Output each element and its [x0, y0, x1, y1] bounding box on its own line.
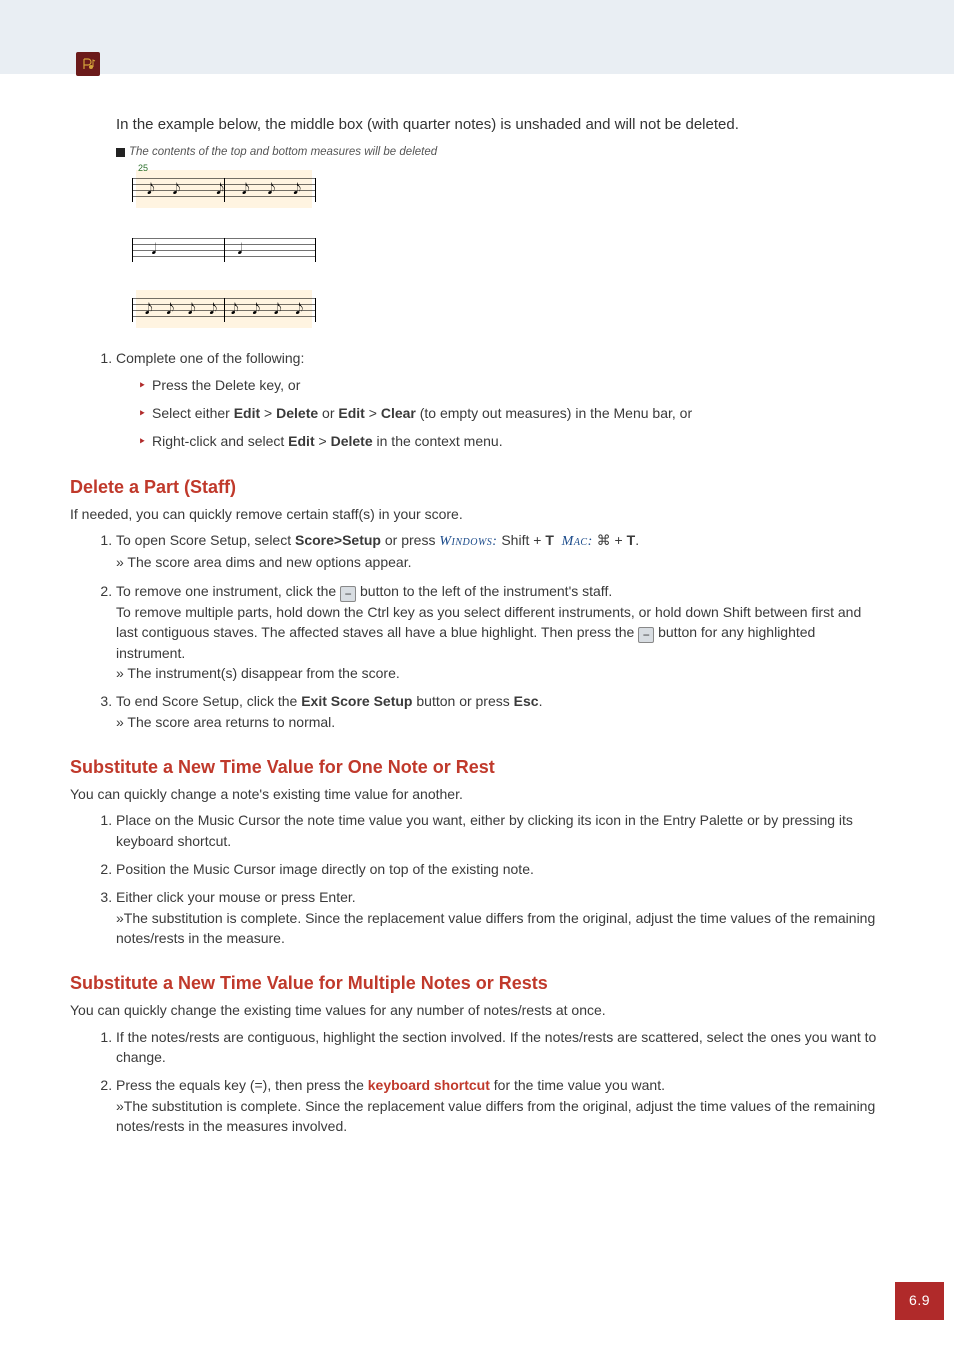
dp-step-3: To end Score Setup, click the Exit Score… [116, 691, 884, 732]
t: To end Score Setup, click the [116, 693, 301, 709]
t: Esc [514, 693, 539, 709]
heading-sub-one: Substitute a New Time Value for One Note… [70, 754, 884, 780]
t: button or press [412, 693, 513, 709]
t: Press the equals key (=), then press the [116, 1077, 368, 1093]
caption-bullet-icon [116, 148, 125, 157]
t: . [635, 532, 639, 548]
t: or press [381, 532, 439, 548]
measure-middle: 𝅘𝅥𝅘𝅥 [124, 226, 324, 272]
t: Either click your mouse or press Enter. [116, 889, 356, 905]
t: ⌘ + [593, 532, 627, 548]
step-text: Complete one of the following: [116, 350, 304, 366]
example-steps: Complete one of the following: Press the… [92, 348, 884, 451]
result: »The substitution is complete. Since the… [116, 1098, 875, 1134]
t: (to empty out measures) in the Menu bar,… [416, 405, 692, 421]
result: »The substitution is complete. Since the… [116, 910, 875, 946]
result: » The instrument(s) disappear from the s… [116, 665, 400, 681]
heading-sub-multi: Substitute a New Time Value for Multiple… [70, 970, 884, 996]
result: » The score area dims and new options ap… [116, 554, 411, 570]
dp-step-2: To remove one instrument, click the − bu… [116, 581, 884, 684]
figure-caption: The contents of the top and bottom measu… [116, 144, 884, 161]
t: > [260, 405, 276, 421]
t: Edit [288, 433, 314, 449]
heading-delete-part: Delete a Part (Staff) [70, 474, 884, 500]
remove-staff-icon: − [638, 627, 654, 643]
remove-staff-icon: − [340, 586, 356, 602]
sub-multi-steps: If the notes/rests are contiguous, highl… [92, 1027, 884, 1136]
measure-bottom: 𝅘𝅥𝅮𝅘𝅥𝅮𝅘𝅥𝅮𝅘𝅥𝅮𝅘𝅥𝅮𝅘𝅥𝅮𝅘𝅥𝅮𝅘𝅥𝅮 [124, 286, 324, 332]
page-number: 6.9 [895, 1282, 944, 1320]
t: Exit Score Setup [301, 693, 412, 709]
delete-part-steps: To open Score Setup, select Score>Setup … [92, 530, 884, 732]
t: To remove one instrument, click the [116, 583, 340, 599]
t: T [627, 532, 636, 548]
page-body: In the example below, the middle box (wi… [0, 74, 954, 1350]
intro-lead: In the example below, the middle box (wi… [116, 114, 884, 136]
t: Score>Setup [295, 532, 381, 548]
result: » The score area returns to normal. [116, 714, 335, 730]
sub-one-intro: You can quickly change a note's existing… [70, 784, 884, 804]
os-windows: Windows: [439, 534, 497, 549]
t: T [545, 532, 554, 548]
t: or [318, 405, 338, 421]
example-sublist: Press the Delete key, or Select either E… [116, 375, 884, 452]
t: To open Score Setup, select [116, 532, 295, 548]
t: Select either [152, 405, 234, 421]
t: for the time value you want. [490, 1077, 665, 1093]
example-step-1: Complete one of the following: Press the… [116, 348, 884, 451]
header-band [0, 0, 954, 74]
t: Clear [381, 405, 416, 421]
sm-step-1: If the notes/rests are contiguous, highl… [116, 1027, 884, 1068]
t: > [365, 405, 381, 421]
t: button to the left of the instrument's s… [356, 583, 612, 599]
sm-step-2: Press the equals key (=), then press the… [116, 1075, 884, 1136]
sub-b: Select either Edit > Delete or Edit > Cl… [138, 403, 884, 423]
delete-part-intro: If needed, you can quickly remove certai… [70, 504, 884, 524]
t: in the context menu. [373, 433, 503, 449]
score-figure: 25 𝅘𝅥𝅮𝅘𝅥𝅮𝅘𝅥𝅮𝅘𝅥𝅮𝅘𝅥𝅮𝅘𝅥𝅮 𝅘𝅥𝅘𝅥 𝅘𝅥𝅮𝅘𝅥𝅮𝅘𝅥𝅮𝅘𝅥𝅮𝅘… [124, 166, 324, 332]
app-logo-icon [76, 52, 100, 76]
so-step-3: Either click your mouse or press Enter. … [116, 887, 884, 948]
os-mac: Mac: [562, 534, 593, 549]
sub-multi-intro: You can quickly change the existing time… [70, 1000, 884, 1020]
sub-a: Press the Delete key, or [138, 375, 884, 395]
measure-top: 25 𝅘𝅥𝅮𝅘𝅥𝅮𝅘𝅥𝅮𝅘𝅥𝅮𝅘𝅥𝅮𝅘𝅥𝅮 [124, 166, 324, 212]
so-step-1: Place on the Music Cursor the note time … [116, 810, 884, 851]
t: Shift + [497, 532, 545, 548]
t: Edit [338, 405, 364, 421]
t: . [539, 693, 543, 709]
t: Right-click and select [152, 433, 288, 449]
t: Edit [234, 405, 260, 421]
sub-one-steps: Place on the Music Cursor the note time … [92, 810, 884, 948]
so-step-2: Position the Music Cursor image directly… [116, 859, 884, 879]
keyboard-shortcut-link[interactable]: keyboard shortcut [368, 1077, 490, 1093]
t: > [315, 433, 331, 449]
dp-step-1: To open Score Setup, select Score>Setup … [116, 530, 884, 573]
t: Delete [276, 405, 318, 421]
figure-caption-text: The contents of the top and bottom measu… [129, 144, 437, 161]
t: Delete [331, 433, 373, 449]
sub-c: Right-click and select Edit > Delete in … [138, 431, 884, 451]
